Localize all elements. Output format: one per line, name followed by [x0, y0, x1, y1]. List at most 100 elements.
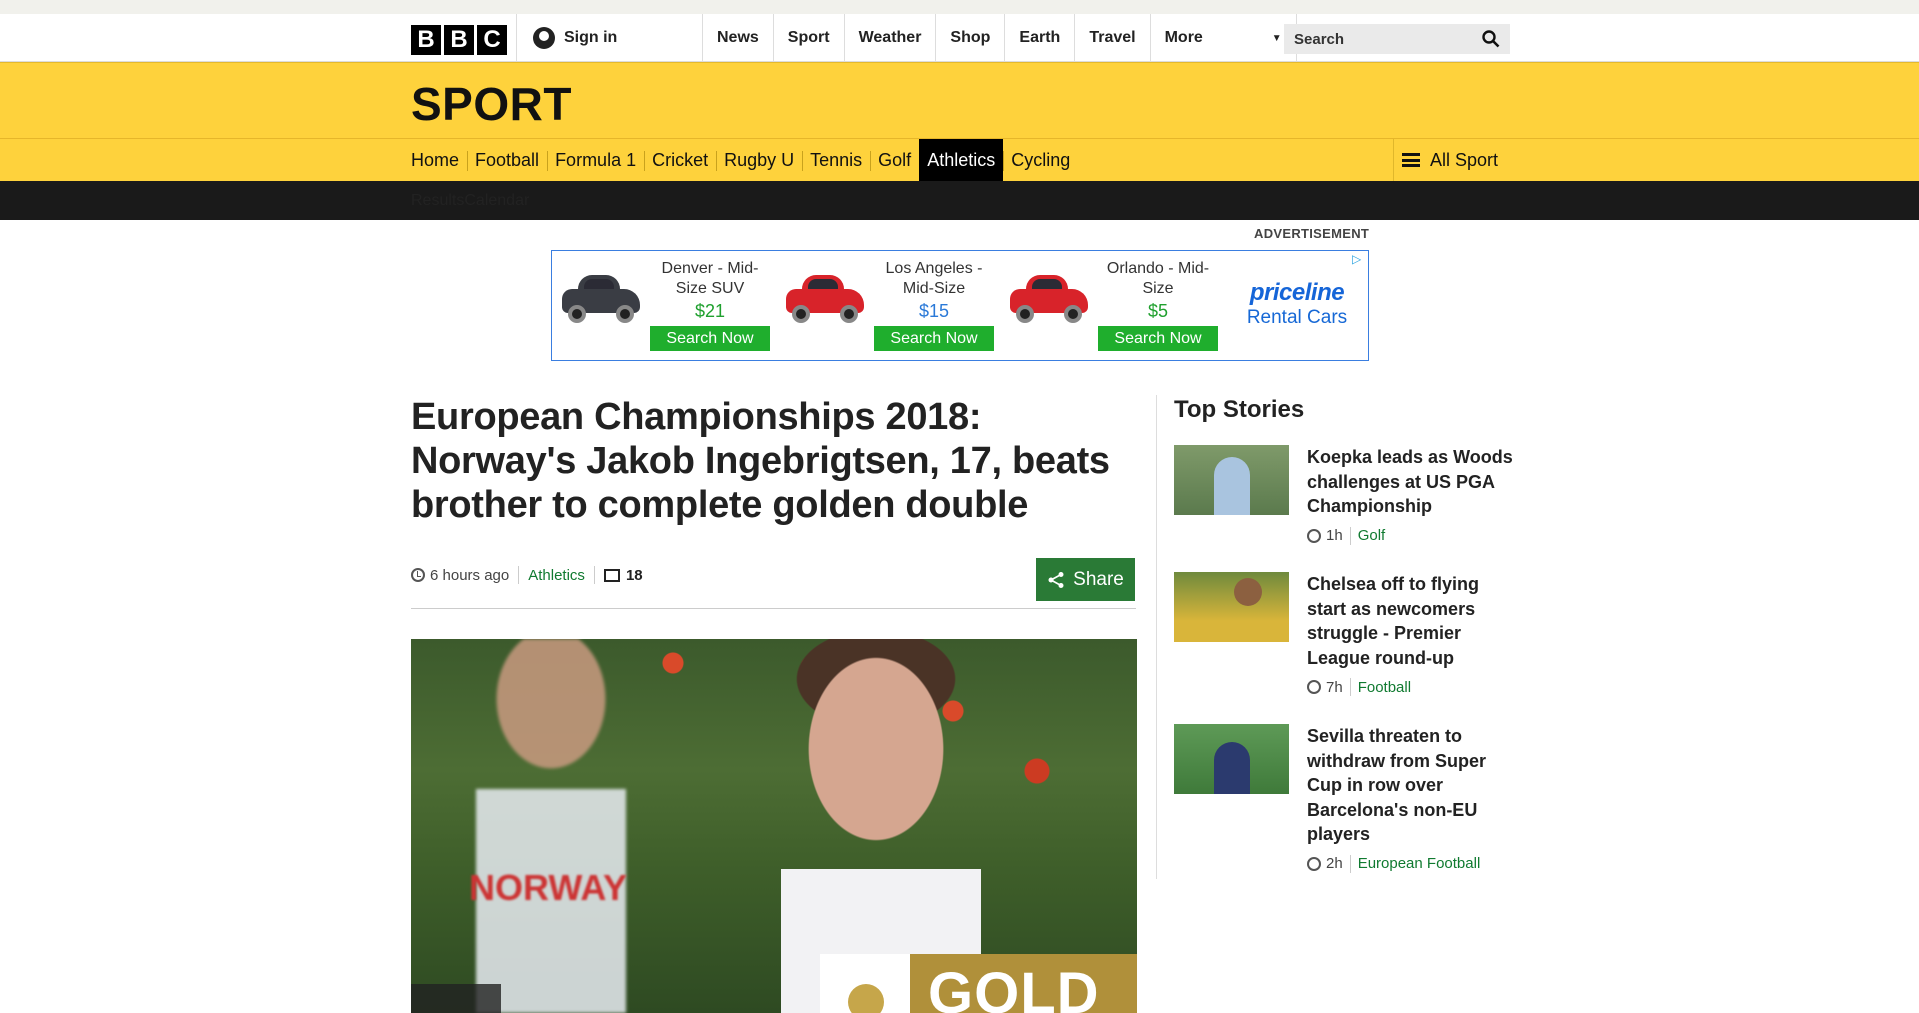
ad-search-now-button[interactable]: Search Now	[1098, 326, 1218, 351]
car-image	[784, 273, 866, 323]
ad-offer-price: $5	[1147, 301, 1169, 321]
top-story-time: 7h	[1326, 678, 1343, 696]
chevron-down-icon: ▼	[1271, 32, 1282, 44]
clock-icon	[411, 568, 425, 582]
bbc-main-nav: News Sport Weather Shop Earth Travel Mor…	[702, 14, 1297, 62]
nav-travel[interactable]: Travel	[1074, 14, 1149, 62]
clock-icon	[1307, 528, 1321, 543]
gold-badge-text: GOLD	[910, 954, 1137, 1013]
ad-search-now-button[interactable]: Search Now	[874, 326, 994, 351]
gold-medal-badge: GOLD	[820, 954, 1137, 1013]
share-label: Share	[1073, 568, 1124, 590]
ad-search-now-button[interactable]: Search Now	[650, 326, 770, 351]
medal-icon	[820, 954, 910, 1013]
car-wheel	[1016, 305, 1034, 323]
top-stories-title: Top Stories	[1174, 396, 1305, 423]
ad-offer: Los Angeles - Mid-Size $15 Search Now	[874, 259, 994, 351]
comments-count[interactable]: 18	[626, 567, 643, 584]
sport-nav-golf[interactable]: Golf	[870, 139, 919, 181]
bbc-logo-letter: C	[477, 25, 507, 55]
subnav-calendar[interactable]: Calendar	[464, 192, 529, 210]
top-story-section-link[interactable]: Football	[1358, 679, 1411, 696]
top-story-section-link[interactable]: Golf	[1358, 527, 1386, 544]
top-story-meta: 7h Football	[1307, 678, 1517, 696]
sport-nav-cricket[interactable]: Cricket	[644, 139, 716, 181]
sign-in-label: Sign in	[564, 29, 618, 46]
top-story-thumbnail[interactable]	[1174, 724, 1289, 794]
top-story-headline[interactable]: Sevilla threaten to withdraw from Super …	[1307, 724, 1517, 847]
sport-nav-rugby-union[interactable]: Rugby U	[716, 139, 802, 181]
sign-in-link[interactable]: Sign in	[516, 14, 702, 62]
bbc-logo[interactable]: B B C	[411, 25, 507, 55]
top-story-headline[interactable]: Chelsea off to flying start as newcomers…	[1307, 572, 1517, 670]
top-story-thumbnail[interactable]	[1174, 572, 1289, 642]
top-story-headline[interactable]: Koepka leads as Woods challenges at US P…	[1307, 445, 1517, 519]
sport-nav-formula-1[interactable]: Formula 1	[547, 139, 644, 181]
car-wheel	[616, 305, 634, 323]
car-image	[560, 273, 642, 323]
hamburger-menu-icon	[1402, 153, 1420, 167]
meta-divider	[1349, 526, 1351, 545]
ad-offer-name: Orlando - Mid-Size	[1106, 260, 1210, 297]
hero-shirt-text: NORWAY	[469, 867, 628, 908]
car-image	[1008, 273, 1090, 323]
share-icon	[1048, 571, 1064, 588]
sport-nav-home[interactable]: Home	[411, 139, 467, 181]
clock-icon	[1307, 856, 1321, 871]
sport-title[interactable]: SPORT	[411, 77, 572, 131]
meta-divider	[1349, 678, 1351, 696]
nav-more-label: More	[1164, 29, 1203, 46]
adchoices-icon[interactable]: ▷	[1352, 252, 1366, 266]
ad-offer: Denver - Mid-Size SUV $21 Search Now	[650, 259, 770, 351]
top-story-meta: 2h European Football	[1307, 854, 1517, 873]
priceline-wordmark: priceline	[1249, 279, 1345, 306]
nav-weather[interactable]: Weather	[843, 14, 936, 62]
sidebar-divider	[1156, 395, 1157, 879]
car-wheel	[1064, 305, 1082, 323]
meta-divider	[1349, 854, 1351, 873]
all-sport-button[interactable]: All Sport	[1393, 139, 1498, 181]
ad-offer-name: Los Angeles - Mid-Size	[885, 260, 983, 297]
top-story-section-link[interactable]: European Football	[1358, 855, 1481, 872]
article-meta: 6 hours ago Athletics 18	[411, 564, 643, 586]
meta-divider-line	[411, 608, 1136, 609]
sport-nav-athletics[interactable]: Athletics	[919, 139, 1004, 181]
top-story-time: 2h	[1326, 855, 1343, 872]
nav-sport[interactable]: Sport	[772, 14, 844, 62]
nav-news[interactable]: News	[702, 14, 773, 62]
bbc-logo-letter: B	[411, 25, 441, 55]
ad-offer-price: $21	[694, 301, 726, 321]
sport-nav-football[interactable]: Football	[467, 139, 547, 181]
share-button[interactable]: Share	[1036, 558, 1135, 601]
all-sport-label: All Sport	[1430, 149, 1499, 170]
search-input[interactable]: Search	[1284, 24, 1510, 54]
sport-nav-tennis[interactable]: Tennis	[802, 139, 870, 181]
video-play-button[interactable]	[411, 984, 501, 1013]
ad-offer-price: $15	[918, 301, 950, 321]
comments-icon[interactable]	[603, 568, 620, 582]
car-wheel	[840, 305, 858, 323]
search-placeholder: Search	[1294, 30, 1345, 48]
top-story-time: 1h	[1326, 527, 1343, 544]
article-section-link[interactable]: Athletics	[528, 567, 585, 584]
nav-earth[interactable]: Earth	[1004, 14, 1074, 62]
priceline-logo[interactable]: priceline Rental Cars	[1242, 279, 1352, 329]
sport-header: SPORT	[0, 62, 1919, 138]
ad-offer-name: Denver - Mid-Size SUV	[661, 260, 759, 297]
top-story-thumbnail[interactable]	[1174, 445, 1289, 515]
nav-more[interactable]: More ▼	[1149, 14, 1297, 62]
car-wheel	[792, 305, 810, 323]
user-icon	[533, 27, 555, 49]
ad-offer: Orlando - Mid-Size $5 Search Now	[1098, 259, 1218, 351]
advertisement-banner[interactable]: ▷ Denver - Mid-Size SUV $21 Search Now L…	[551, 250, 1369, 361]
sport-nav-cycling[interactable]: Cycling	[1003, 139, 1078, 181]
search-icon[interactable]	[1482, 30, 1500, 48]
bbc-logo-letter: B	[444, 25, 474, 55]
hero-runner-left	[451, 639, 651, 1013]
subnav-results[interactable]: Results	[411, 192, 464, 210]
article-hero-image[interactable]: NORWAY GOLD	[411, 639, 1137, 1013]
nav-shop[interactable]: Shop	[935, 14, 1004, 62]
article-timestamp: 6 hours ago	[430, 566, 510, 584]
sport-nav: Home Football Formula 1 Cricket Rugby U …	[0, 138, 1919, 181]
meta-divider	[518, 566, 520, 584]
